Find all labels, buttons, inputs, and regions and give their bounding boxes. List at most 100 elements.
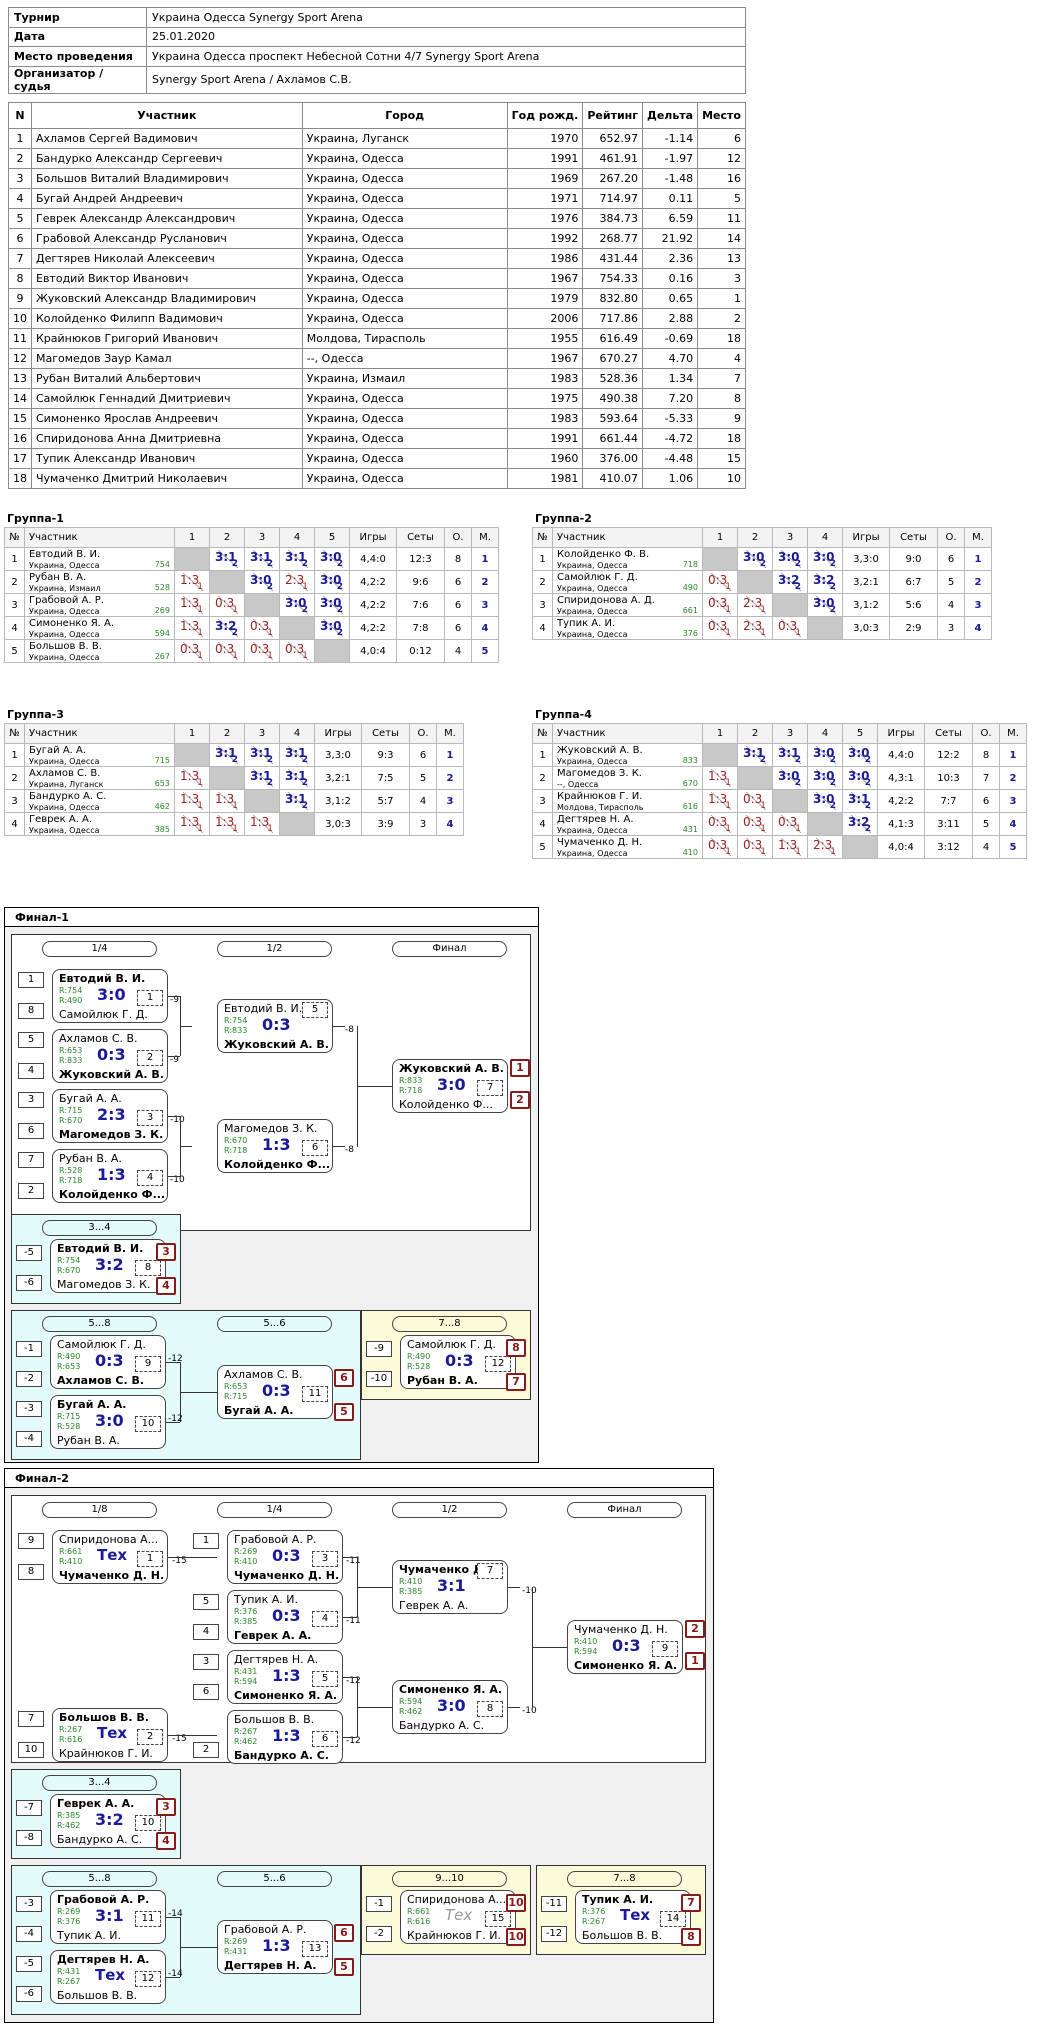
bracket-match: Чумаченко Д. Н. R:410 0:3 R:594 Симоненко Я.… (567, 1620, 683, 1674)
group-points: 4 (409, 789, 437, 813)
match-rating-2: R:616 (407, 1917, 431, 1926)
match-player-2: Бугай А. А. (224, 1404, 294, 1417)
group-place: 1 (436, 743, 464, 767)
match-score: Тех (97, 1546, 128, 1564)
match-rating-1: R:269 (234, 1547, 258, 1556)
bracket-match: Самойлюк Г. Д. R:490 0:3 R:528 Рубан В. А. 12 (400, 1335, 516, 1389)
group-sets: 3:11 (924, 812, 973, 836)
group-player-name: Спиридонова А. Д. (557, 594, 655, 606)
match-points: 2 (759, 755, 766, 765)
stage-label: 5...6 (217, 1316, 332, 1332)
match-rating-1: R:269 (57, 1907, 81, 1916)
match-number: 11 (302, 1386, 328, 1402)
player-name: Чумаченко Дмитрий Николаевич (31, 468, 303, 489)
match-rating-1: R:715 (57, 1412, 81, 1421)
match-player-2: Геврек А. А. (399, 1599, 469, 1612)
group-player-name: Крайнюков Г. И. (557, 790, 643, 802)
player-number: 18 (8, 468, 32, 489)
group-match-cell: 3:1 2 (209, 547, 245, 571)
player-place: 11 (697, 208, 746, 229)
match-points: 2 (336, 582, 343, 592)
player-name: Грабовой Александр Русланович (31, 228, 303, 249)
match-rating-1: R:653 (224, 1382, 248, 1391)
group-points: 6 (409, 743, 437, 767)
match-rating-1: R:670 (224, 1136, 248, 1145)
player-name: Спиридонова Анна Дмитриевна (31, 428, 303, 449)
group-player-city: Украина, Одесса (557, 583, 628, 593)
seed-box: 6 (18, 1123, 44, 1139)
group-col-name: Участник (552, 723, 703, 744)
group-row: 4 Дегтярев Н. А. Украина, Одесса 431 0:3 1 0:3… (532, 812, 1027, 836)
group-match-cell: 0:3 1 (209, 593, 245, 617)
match-points: 1 (725, 605, 731, 615)
group-sets: 10:3 (924, 766, 973, 790)
match-rating-2: R:718 (224, 1146, 248, 1155)
match-points: 1 (197, 824, 203, 834)
match-points: 1 (302, 651, 308, 661)
player-delta: 7.20 (642, 388, 699, 409)
group-player-rating: 431 (682, 825, 698, 834)
group-match-cell: 0:3 1 (702, 835, 738, 859)
bracket-7-8: 7...8 Самойлюк Г. Д. R:490 0:3 R:528 Рубан В.… (361, 1310, 531, 1400)
player-place: 8 (697, 388, 746, 409)
match-number: 14 (660, 1911, 686, 1927)
match-score: Тех (445, 1906, 473, 1924)
group-games: 4,1:3 (877, 812, 925, 836)
player-place: 12 (697, 148, 746, 169)
group-col-n: № (4, 723, 25, 744)
group-place: 2 (999, 766, 1027, 790)
match-score: 0:3 (272, 1606, 301, 1625)
group-title: Группа-4 (535, 708, 592, 721)
connector (168, 1735, 217, 1736)
player-name: Колойденко Филипп Вадимович (31, 308, 303, 329)
match-points: 1 (725, 582, 731, 592)
match-points: 2 (301, 605, 308, 615)
group-header-row: № Участник 1 2 3 4 Игры Сеты О. М. (532, 527, 992, 548)
match-number: 13 (302, 1941, 328, 1957)
player-birth-year: 1979 (506, 288, 584, 309)
match-rating-2: R:833 (224, 1026, 248, 1035)
place-box: 10 (506, 1928, 526, 1946)
group-games: 4,2:2 (349, 570, 397, 594)
match-points: 2 (829, 755, 836, 765)
match-player-1: Большов В. В. (59, 1711, 149, 1724)
player-birth-year: 1969 (506, 168, 584, 189)
group-table: № Участник 1 2 3 4 Игры Сеты О. М. 1 Колойденко Ф. … (532, 527, 992, 640)
match-rating-1: R:528 (59, 1166, 83, 1175)
group-col-opponent: 2 (737, 527, 773, 548)
group-col-n: № (532, 527, 553, 548)
group-points: 7 (972, 766, 1000, 790)
group-player-name: Бандурко А. С. (29, 790, 107, 802)
group-match-cell: 3:0 2 (807, 593, 843, 617)
match-player-1: Геврек А. А. (57, 1797, 135, 1810)
match-score: Тех (97, 1724, 128, 1742)
group-games: 3,1:2 (314, 789, 362, 813)
player-rating: 714.97 (582, 188, 644, 209)
group-col-place: М. (436, 723, 464, 744)
loser-ref: -14 (168, 1969, 183, 1979)
player-row: 9 Жуковский Александр Владимирович Украина… (8, 288, 746, 309)
seed-box: -5 (16, 1956, 42, 1972)
player-number: 10 (8, 308, 32, 329)
group-cell-self (842, 835, 878, 859)
match-points: 1 (725, 628, 731, 638)
group-player-city: Украина, Одесса (557, 629, 628, 639)
group-row-n: 3 (532, 593, 553, 617)
players-col-header: Участник (31, 102, 303, 129)
seed-box: 2 (18, 1183, 44, 1199)
connector (180, 1392, 217, 1393)
group-player-cell: Спиридонова А. Д. Украина, Одесса 661 (552, 593, 703, 617)
group-match-cell: 1:3 1 (772, 835, 808, 859)
group-player-rating: 376 (682, 629, 698, 638)
group-row-n: 2 (4, 766, 25, 790)
group-cell-self (737, 766, 773, 790)
seed-box: 10 (18, 1742, 44, 1758)
match-points: 1 (725, 824, 731, 834)
group-row-n: 4 (532, 812, 553, 836)
player-row: 6 Грабовой Александр Русланович Украина, О… (8, 228, 746, 249)
group-row: 5 Большов В. В. Украина, Одесса 267 0:3 1 0:3 1… (4, 639, 499, 663)
match-rating-1: R:754 (57, 1256, 81, 1265)
loser-ref: -12 (168, 1414, 183, 1424)
seed-box: -3 (16, 1401, 42, 1417)
group-col-name: Участник (24, 723, 175, 744)
